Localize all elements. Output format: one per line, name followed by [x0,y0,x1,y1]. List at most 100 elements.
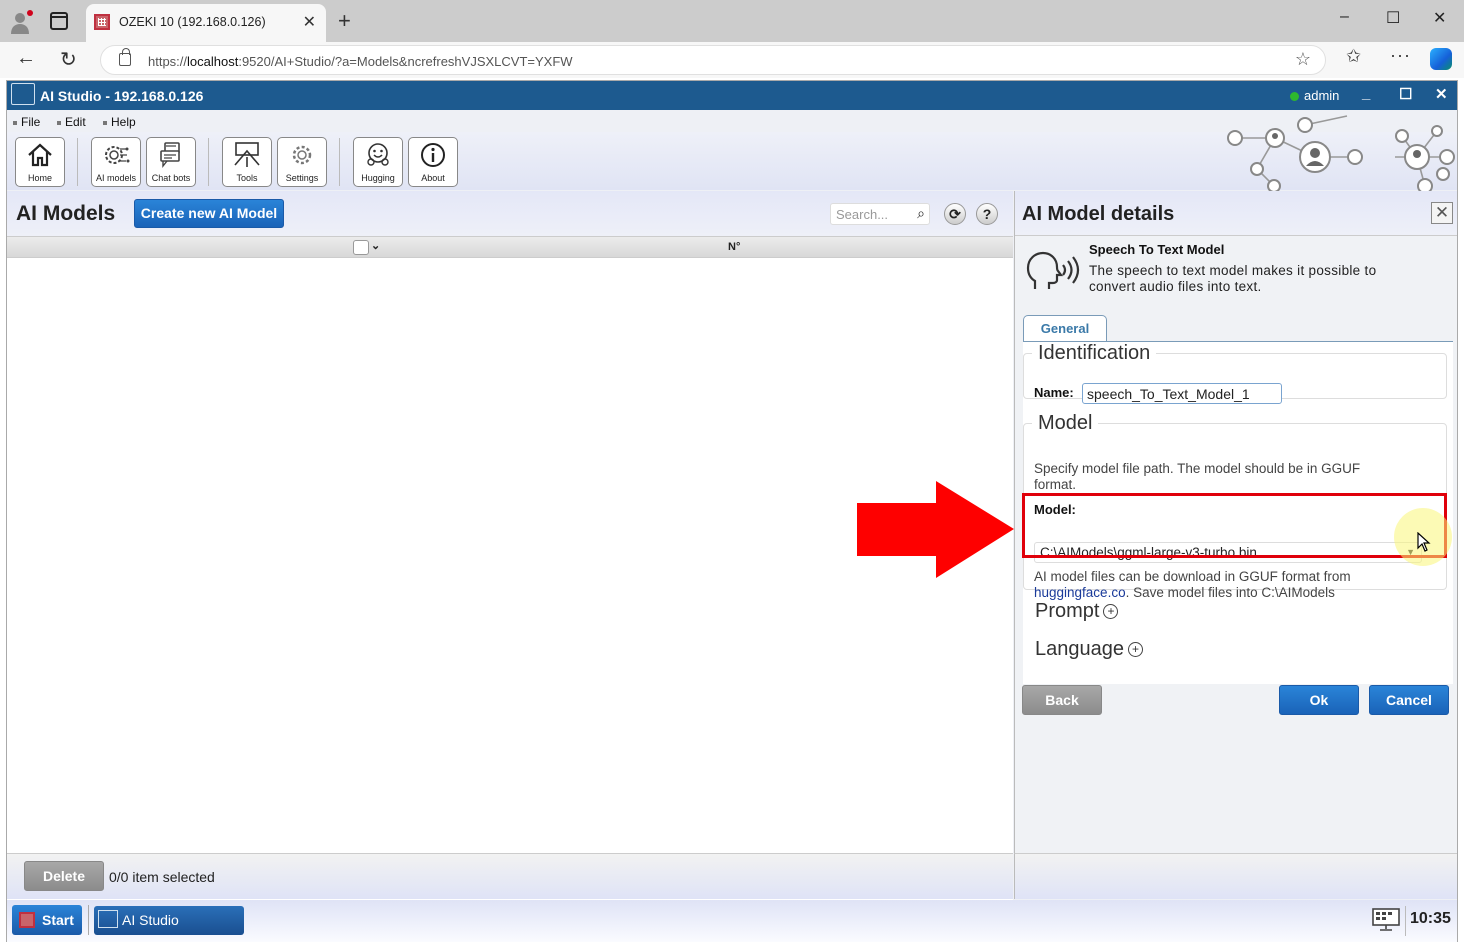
delete-button[interactable]: Delete [24,861,104,891]
taskbar-separator [88,905,89,935]
toolbar-label: Tools [236,173,258,183]
back-arrow-icon[interactable]: ← [16,47,36,70]
toolbar-about-button[interactable]: About [408,137,458,187]
help-icon: ? [982,206,992,222]
help-button[interactable]: ? [976,203,998,225]
language-expander[interactable]: Language + [1035,638,1143,661]
ok-button[interactable]: Ok [1279,685,1359,715]
menu-file[interactable]: File [13,115,40,129]
selection-status: 0/0 item selected [109,869,215,885]
user-name[interactable]: admin [1304,88,1339,103]
close-details-button[interactable]: ✕ [1431,202,1453,224]
chevron-down-icon[interactable]: ⌄ [371,239,380,252]
tab-title: OZEKI 10 (192.168.0.126) [119,15,266,29]
toolbar-separator [339,138,340,186]
favorites-icon[interactable]: ✩ [1346,46,1361,67]
search-input[interactable]: Search... ⌕ [830,203,930,225]
toolbar-label: AI models [95,173,137,183]
network-graphic-icon [1227,115,1455,193]
huggingface-link[interactable]: huggingface.co [1034,585,1126,600]
copilot-icon[interactable] [1430,48,1452,70]
tab-actions-icon[interactable] [50,12,68,30]
more-menu-icon[interactable]: ··· [1390,45,1411,66]
ai-models-header: AI Models Create new AI Model Search... … [7,191,1013,236]
toolbar-chat-bots-button[interactable]: Chat bots [146,137,196,187]
refresh-icon: ⟳ [949,206,961,222]
chat-bots-icon [160,142,180,168]
tools-icon [234,142,260,167]
new-tab-icon[interactable]: + [338,8,351,34]
refresh-button[interactable]: ⟳ [944,203,966,225]
expand-plus-icon[interactable]: + [1103,604,1119,620]
cancel-button[interactable]: Cancel [1369,685,1449,715]
details-footer [1014,853,1457,899]
taskbar-ai-studio[interactable]: AI Studio [94,906,244,935]
model-hint: Specify model file path. The model shoul… [1034,461,1361,492]
toolbar-settings-button[interactable]: Settings [277,137,327,187]
create-new-ai-model-button[interactable]: Create new AI Model [134,199,284,228]
select-all-checkbox[interactable] [353,240,369,255]
url-text: https://localhost:9520/AI+Studio/?a=Mode… [148,54,573,69]
ozeki-start-icon [19,912,35,928]
tab-close-icon[interactable]: ✕ [303,12,316,32]
browser-tab[interactable]: OZEKI 10 (192.168.0.126) ✕ [86,4,326,42]
window-maximize-button[interactable]: ☐ [1386,8,1400,28]
toolbar-ai-models-button[interactable]: AI models [91,137,141,187]
toolbar-hugging-button[interactable]: Hugging [353,137,403,187]
online-status-icon [1290,92,1299,101]
speech-icon [1026,251,1080,289]
prompt-expander[interactable]: Prompt + [1035,600,1119,623]
table-header: ⌄ N° [7,236,1013,258]
app-minimize-button[interactable]: _ [1362,85,1370,102]
menu-help[interactable]: Help [103,115,136,129]
start-label: Start [42,912,74,928]
mouse-cursor-icon [1417,532,1431,552]
toolbar-label: Hugging [361,173,395,183]
model-type-title: Speech To Text Model [1089,242,1225,257]
toolbar-label: Settings [285,173,319,183]
clock: 10:35 [1410,910,1451,927]
tray-separator [1405,906,1406,936]
app-close-button[interactable]: ✕ [1435,85,1448,103]
hugging-face-icon [367,143,389,166]
toolbar-home-button[interactable]: Home [15,137,65,187]
browser-tab-strip: OZEKI 10 (192.168.0.126) ✕ + – ☐ ✕ [0,0,1464,42]
highlight-box [1022,493,1447,558]
url-input[interactable]: https://localhost:9520/AI+Studio/?a=Mode… [100,45,1326,75]
reload-icon[interactable]: ↻ [60,47,77,72]
taskbar-app-label: AI Studio [122,912,179,928]
app-maximize-button[interactable]: ☐ [1399,85,1412,103]
list-footer: Delete 0/0 item selected [7,853,1013,899]
ai-models-icon [105,146,130,164]
menu-edit[interactable]: Edit [57,115,86,129]
favorite-star-icon[interactable]: ☆ [1295,49,1311,70]
model-download-note: AI model files can be download in GGUF f… [1034,569,1351,600]
toolbar-separator [77,138,78,186]
back-button[interactable]: Back [1022,685,1102,715]
toolbar-tools-button[interactable]: Tools [222,137,272,187]
app-titlebar: AI Studio - 192.168.0.126 admin _ ☐ ✕ [7,81,1457,110]
name-input[interactable] [1082,383,1282,404]
window-minimize-button[interactable]: – [1340,8,1349,26]
start-button[interactable]: Start [12,905,82,935]
column-number[interactable]: N° [728,241,740,253]
settings-icon [292,145,312,165]
ozeki-favicon-icon [94,14,110,30]
profile-icon[interactable] [10,10,34,34]
details-title: AI Model details [1022,203,1175,225]
lock-icon[interactable] [119,48,131,66]
tab-general[interactable]: General [1023,315,1107,342]
search-icon[interactable]: ⌕ [917,205,925,222]
expand-plus-icon[interactable]: + [1127,642,1143,658]
monitor-icon[interactable] [1372,908,1400,932]
toolbar-label: Home [27,173,52,183]
app-taskbar: Start AI Studio 10:35 [7,900,1457,942]
app-title: AI Studio - 192.168.0.126 [40,88,204,104]
model-legend: Model [1038,412,1093,434]
identification-legend: Identification [1038,342,1151,364]
window-close-button[interactable]: ✕ [1433,8,1446,28]
toolbar-label: About [421,173,445,183]
ai-studio-app-icon [11,83,35,105]
name-label: Name: [1034,385,1074,400]
model-type-description: The speech to text model makes it possib… [1089,263,1377,294]
